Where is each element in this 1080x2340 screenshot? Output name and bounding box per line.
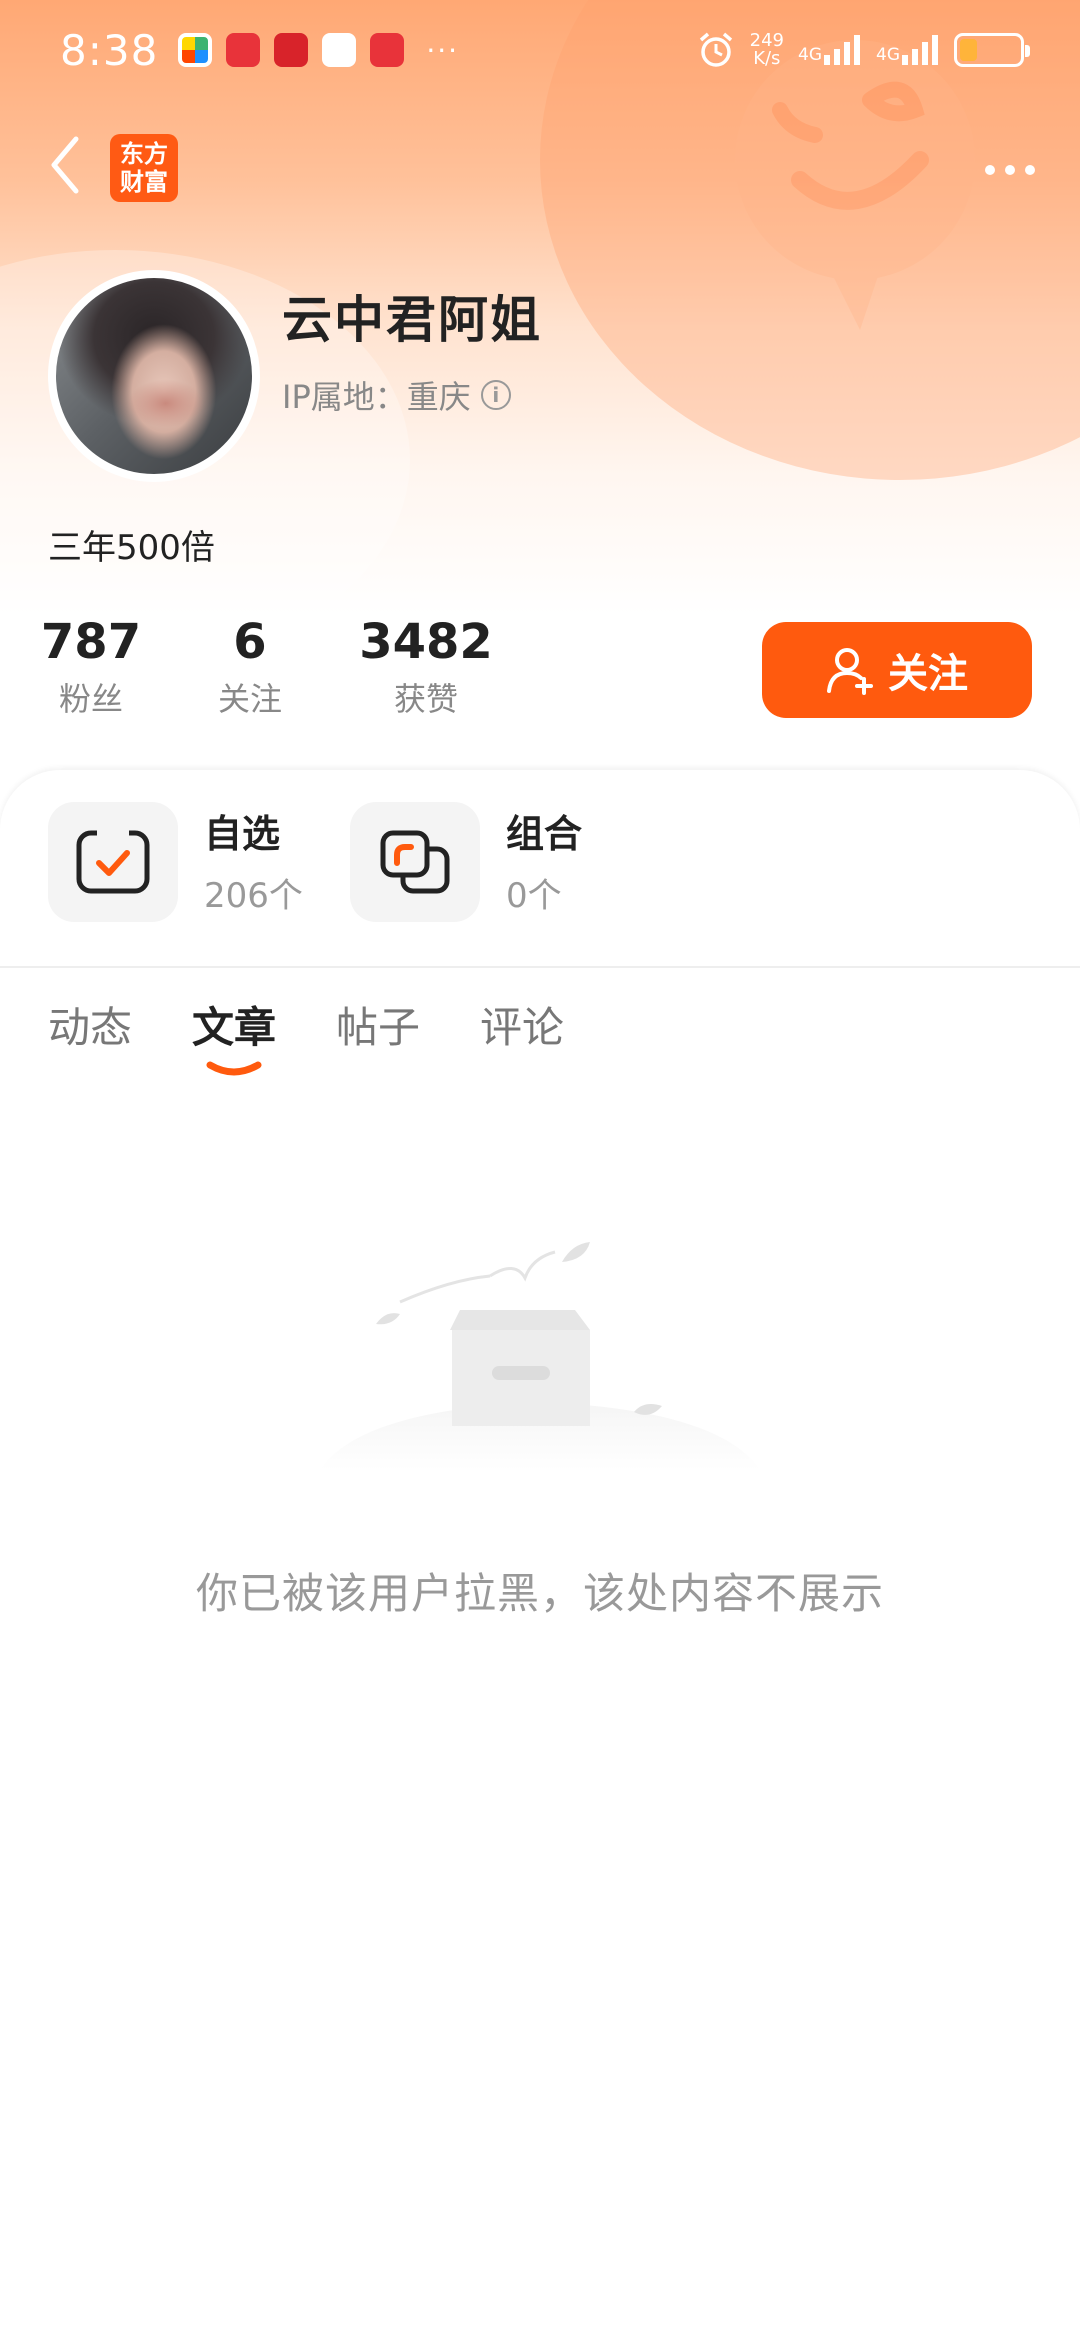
tab-activity[interactable]: 动态 [48, 994, 132, 1087]
huawei-app-icon [226, 33, 261, 67]
app-notification-icon [178, 33, 213, 67]
portfolio-entry[interactable]: 组合 0个 [350, 802, 582, 922]
tab-posts[interactable]: 帖子 [336, 994, 420, 1087]
status-right: 249 K/s 4G 4G [696, 30, 1030, 70]
watchlist-text: 自选 206个 [204, 808, 303, 917]
signal-1: 4G [798, 35, 862, 65]
watchlist-title: 自选 [204, 811, 281, 856]
content-tabs: 动态 文章 帖子 评论 [48, 994, 564, 1087]
tab-comments[interactable]: 评论 [480, 994, 564, 1087]
portfolio-text: 组合 0个 [506, 808, 582, 917]
watchlist-count: 206个 [204, 875, 303, 916]
battery-icon [954, 33, 1030, 67]
portfolio-tile [350, 802, 480, 922]
signal-bars-icon [902, 35, 938, 65]
battery-level [960, 39, 978, 61]
stat-followers[interactable]: 787 粉丝 [41, 612, 141, 720]
portfolio-title: 组合 [506, 811, 583, 856]
profile-screen: 8:38 ··· 249 K/s 4G 4G 东方 财富 云中君阿姐 IP属地：… [0, 0, 1080, 2340]
app-logo: 东方 财富 [110, 134, 178, 202]
alarm-icon [699, 32, 732, 67]
status-bar: 8:38 ··· 249 K/s 4G 4G [0, 0, 1080, 100]
follow-button-label: 关注 [888, 651, 968, 697]
logo-text-line1: 东方 [120, 140, 168, 168]
ip-location: IP属地：重庆 [282, 378, 471, 416]
network-speed: 249 K/s [750, 32, 784, 68]
section-divider [0, 966, 1080, 968]
dot-icon [1005, 165, 1015, 175]
bio: 三年500倍 [48, 528, 215, 568]
portfolio-count: 0个 [506, 875, 562, 916]
watchlist-tile [48, 802, 178, 922]
tab-articles-label: 文章 [192, 1003, 277, 1052]
portfolio-stack-icon [380, 830, 450, 894]
info-icon[interactable]: i [480, 380, 511, 410]
stat-label: 粉丝 [58, 680, 123, 718]
logo-text-line2: 财富 [120, 168, 168, 196]
shield-app-icon [322, 33, 357, 67]
news-app-icon [274, 33, 309, 67]
more-options-button[interactable] [970, 140, 1050, 200]
empty-state-message: 你已被该用户拉黑，该处内容不展示 [195, 1569, 884, 1618]
status-time: 8:38 [60, 25, 159, 75]
dot-icon [1025, 165, 1035, 175]
dot-icon [985, 165, 995, 175]
avatar[interactable] [48, 270, 260, 482]
username: 云中君阿姐 [282, 291, 542, 349]
network-type: 4G [876, 45, 900, 65]
signal-bars-icon [824, 35, 860, 65]
stat-label: 获赞 [393, 680, 458, 718]
follow-button[interactable]: 关注 [762, 622, 1032, 718]
more-notifications-icon: ··· [426, 33, 460, 67]
network-type: 4G [798, 45, 822, 65]
stats-row: 787 粉丝 6 关注 3482 获赞 [41, 612, 493, 720]
stat-value: 787 [40, 614, 142, 670]
add-user-icon [827, 648, 873, 695]
signal-2: 4G [876, 35, 940, 65]
stat-value: 6 [233, 614, 267, 670]
stat-likes: 3482 获赞 [359, 612, 493, 720]
notification-icons: ··· [178, 33, 459, 67]
tab-articles[interactable]: 文章 [192, 994, 276, 1087]
watchlist-check-icon [76, 829, 150, 894]
huawei-app-icon [370, 33, 405, 67]
stat-label: 关注 [217, 680, 282, 718]
back-button[interactable] [40, 130, 90, 200]
content-card: 自选 206个 组合 0个 动态 文章 帖子 评论 你已被该用户拉黑，该处内容不… [0, 770, 1080, 2340]
empty-box-illustration [320, 1242, 760, 1470]
stat-value: 3482 [359, 614, 493, 670]
watchlist-entry[interactable]: 自选 206个 [48, 802, 303, 922]
chevron-left-icon [51, 136, 79, 194]
active-tab-indicator [206, 1061, 262, 1076]
ip-location-row: IP属地：重庆 i [282, 372, 511, 418]
speed-unit: K/s [753, 48, 781, 69]
stat-following[interactable]: 6 关注 [200, 612, 300, 720]
